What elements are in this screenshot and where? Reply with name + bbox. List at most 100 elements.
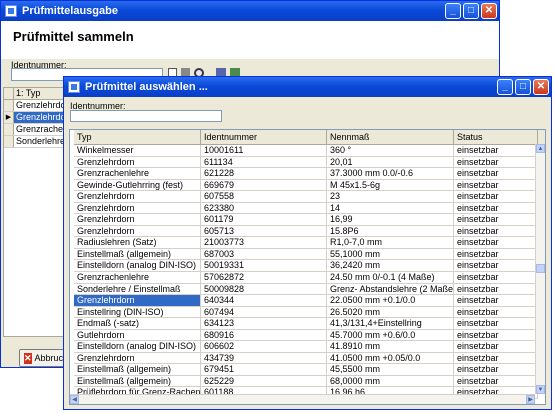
table-row[interactable]: Gutlehrdorn 680916 45.7000 mm +0.6/0.0 eins… (74, 329, 545, 342)
table-cell: 687003 (201, 248, 327, 261)
table-cell: 640344 (201, 295, 327, 307)
table-cell: Grenzlehrdorn (74, 156, 201, 169)
back-grid: 1: Typ Grenzlehrdorn▶GrenzlehrdornGrenzr… (3, 87, 67, 337)
table-cell: Einstellmaß (allgemein) (74, 364, 201, 376)
table-cell: Grenzrachenlehre (16, 124, 66, 134)
table-row[interactable]: Grenzrachenlehre 621228 37.3000 mm 0.0/-0.… (74, 168, 545, 180)
table-cell: Grenzlehrdorn (16, 100, 66, 110)
table-row[interactable]: Einstellring (DIN-ISO) 607494 26.5020 mm ei… (74, 306, 545, 319)
table-cell: einsetzbar (454, 283, 538, 296)
table-cell: Sonderlehre / Einstellmaß (16, 136, 66, 146)
table-row[interactable]: Gewinde-Gutlehrring (fest) 669679 M 45x1.5… (74, 179, 545, 192)
minimize-button[interactable]: _ (497, 79, 513, 95)
ident-input[interactable] (70, 110, 222, 122)
table-cell: einsetzbar (454, 214, 538, 226)
table-cell: 611134 (201, 156, 327, 169)
table-row[interactable]: Grenzlehrdorn 434739 41.0500 mm +0.05/0.0 e… (74, 352, 545, 365)
table-cell: 680916 (201, 329, 327, 342)
table-row[interactable]: Grenzlehrdorn 611134 20,01 einsetzbar (74, 156, 545, 169)
close-button[interactable]: ✕ (481, 3, 497, 19)
table-cell: einsetzbar (454, 341, 538, 353)
table-cell: Grenz- Abstandslehre (2 Maße) (327, 283, 454, 296)
table-cell: Grenzlehrdorn (74, 191, 201, 203)
table-cell: einsetzbar (454, 156, 538, 169)
table-cell: Einstellring (DIN-ISO) (74, 306, 201, 319)
table-cell: einsetzbar (454, 237, 538, 249)
table-row[interactable]: Winkelmesser 10001611 360 ° einsetzbar (74, 145, 545, 157)
scroll-up-arrow[interactable]: ▲ (536, 144, 545, 153)
table-cell: 601179 (201, 214, 327, 226)
table-cell: einsetzbar (454, 318, 538, 330)
table-cell: 16,99 (327, 214, 454, 226)
table-cell: Grenzrachenlehre (74, 272, 201, 284)
table-row[interactable]: Sonderlehre / Einstellmaß 50009828 Grenz- … (74, 283, 545, 296)
scroll-thumb[interactable] (536, 264, 545, 273)
table-cell: 26.5020 mm (327, 306, 454, 319)
table-row[interactable]: ▶Grenzlehrdorn (4, 112, 66, 124)
table-row[interactable]: Endmaß (-satz) 634123 41,3/131,4+Einstellr… (74, 318, 545, 330)
back-window-titlebar[interactable]: Prüfmittelausgabe _ □ ✕ (1, 1, 499, 21)
table-row[interactable]: Grenzrachenlehre (4, 124, 66, 136)
table-cell: 20,01 (327, 156, 454, 169)
results-grid: Typ Identnummer Nennmaß Status Winkelmes… (69, 129, 546, 405)
column-header-status[interactable]: Status (454, 130, 538, 144)
column-header-nennmass[interactable]: Nennmaß (327, 130, 454, 144)
maximize-button[interactable]: □ (515, 79, 531, 95)
table-row[interactable]: Einstelldorn (analog DIN-ISO) 606602 41.89… (74, 341, 545, 353)
table-cell: 607558 (201, 191, 327, 203)
cancel-button[interactable]: ✕ Abbruch (19, 349, 68, 367)
table-cell: einsetzbar (454, 248, 538, 261)
table-row[interactable]: Grenzlehrdorn (4, 100, 66, 112)
table-cell: 50009828 (201, 283, 327, 296)
row-marker (4, 136, 14, 147)
column-header-identnummer[interactable]: Identnummer (201, 130, 327, 144)
table-row[interactable]: Einstellmaß (allgemein) 687003 55,1000 mm e… (74, 248, 545, 261)
table-cell: einsetzbar (454, 352, 538, 365)
table-cell: 10001611 (201, 145, 327, 157)
table-row[interactable]: Grenzlehrdorn 623380 14 einsetzbar (74, 202, 545, 215)
maximize-button[interactable]: □ (463, 3, 479, 19)
table-row[interactable]: Grenzrachenlehre 57062872 24.50 mm 0/-0.1 … (74, 272, 545, 284)
select-dialog-title: Prüfmittel auswählen ... (85, 81, 208, 93)
table-row[interactable]: Einstellmaß (allgemein) 625229 68,0000 mm e… (74, 375, 545, 388)
table-cell: R1,0-7,0 mm (327, 237, 454, 249)
scroll-down-arrow[interactable]: ▼ (536, 385, 545, 394)
table-row[interactable]: Grenzlehrdorn 640344 22.0500 mm +0.1/0.0 ei… (74, 295, 545, 307)
back-window-title: Prüfmittelausgabe (22, 5, 118, 17)
table-cell: einsetzbar (454, 329, 538, 342)
table-cell: einsetzbar (454, 306, 538, 319)
horizontal-scrollbar[interactable]: ◀ ▶ (70, 394, 535, 404)
table-cell: 434739 (201, 352, 327, 365)
table-cell: einsetzbar (454, 202, 538, 215)
results-grid-header: Typ Identnummer Nennmaß Status (74, 130, 545, 145)
table-row[interactable]: Einstellmaß (allgemein) 679451 45,5500 mm e… (74, 364, 545, 376)
table-cell: Grenzlehrdorn (74, 295, 201, 307)
table-cell: 360 ° (327, 145, 454, 157)
table-cell: Winkelmesser (74, 145, 201, 157)
minimize-button[interactable]: _ (445, 3, 461, 19)
table-cell: Grenzlehrdorn (74, 202, 201, 215)
select-dialog-titlebar[interactable]: Prüfmittel auswählen ... _ □ ✕ (64, 77, 551, 97)
vertical-scrollbar[interactable]: ▲ ▼ (535, 144, 545, 394)
table-cell: Einstelldorn (analog DIN-ISO) (74, 341, 201, 353)
table-cell: Radiuslehren (Satz) (74, 237, 201, 249)
table-cell: M 45x1.5-6g (327, 179, 454, 192)
column-header-typ[interactable]: Typ (74, 130, 201, 144)
table-row[interactable]: Radiuslehren (Satz) 21003773 R1,0-7,0 mm ei… (74, 237, 545, 249)
table-cell: Einstellmaß (allgemein) (74, 248, 201, 261)
table-cell: Gutlehrdorn (74, 329, 201, 342)
scroll-right-arrow[interactable]: ▶ (526, 395, 535, 404)
table-row[interactable]: Sonderlehre / Einstellmaß (4, 136, 66, 148)
table-cell: 605713 (201, 225, 327, 238)
table-row[interactable]: Grenzlehrdorn 605713 15.8P6 einsetzbar (74, 225, 545, 238)
table-cell: 68,0000 mm (327, 375, 454, 388)
close-button[interactable]: ✕ (533, 79, 549, 95)
table-row[interactable]: Grenzlehrdorn 601179 16,99 einsetzbar (74, 214, 545, 226)
table-row[interactable]: Einstelldorn (analog DIN-ISO) 50019331 36,… (74, 260, 545, 273)
scroll-left-arrow[interactable]: ◀ (70, 395, 79, 404)
table-cell: einsetzbar (454, 272, 538, 284)
table-row[interactable]: Grenzlehrdorn 607558 23 einsetzbar (74, 191, 545, 203)
table-cell: einsetzbar (454, 375, 538, 388)
table-cell: 55,1000 mm (327, 248, 454, 261)
page-title: Prüfmittel sammeln (13, 29, 134, 44)
